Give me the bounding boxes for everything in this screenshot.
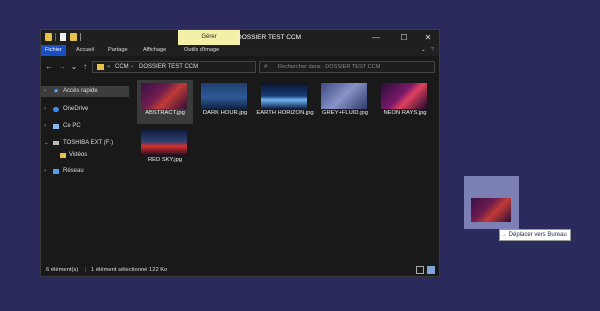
minimize-button[interactable]: —: [365, 30, 387, 45]
maximize-button[interactable]: ☐: [393, 30, 415, 45]
recent-locations-button[interactable]: ⌄: [69, 61, 79, 73]
nav-item-label: Ce PC: [63, 123, 81, 129]
star-icon: ★: [53, 88, 60, 95]
search-input[interactable]: ⌕ Rechercher dans : DOSSIER TEST CCM: [259, 61, 435, 73]
nav-item-label: Accès rapide: [63, 88, 98, 94]
file-name: NEON RAYS.jpg: [383, 110, 427, 116]
nav-item-onedrive[interactable]: › OneDrive: [41, 104, 129, 115]
folder-icon: [60, 153, 66, 158]
ribbon-tabs: Fichier Accueil Partage Affichage Outils…: [41, 45, 439, 56]
file-list: ABSTRACT.jpg DARK HOUR.jpg EARTH HORIZON…: [137, 80, 437, 260]
drag-tooltip-text: Déplacer vers Bureau: [508, 232, 567, 238]
quick-access-customize-icon[interactable]: [80, 33, 81, 41]
file-item[interactable]: GREY+FLUID.jpg: [317, 80, 373, 124]
image-thumbnail: [261, 83, 307, 109]
network-icon: [53, 169, 59, 174]
file-item[interactable]: NEON RAYS.jpg: [377, 80, 433, 124]
drag-tooltip: → Déplacer vers Bureau: [499, 229, 571, 241]
tab-image-tools[interactable]: Outils d'image: [184, 45, 219, 56]
computer-icon: [53, 124, 59, 129]
image-thumbnail: [321, 83, 367, 109]
breadcrumb-current-folder[interactable]: DOSSIER TEST CCM: [139, 62, 198, 72]
drive-icon: [53, 141, 59, 145]
nav-item-quick-access[interactable]: › ★ Accès rapide: [41, 86, 129, 97]
search-icon: ⌕: [264, 63, 268, 70]
cloud-icon: [53, 107, 59, 112]
file-item[interactable]: EARTH HORIZON.jpg: [256, 80, 314, 124]
quick-access-separator: [55, 33, 56, 41]
title-bar: Gérer DOSSIER TEST CCM — ☐ ✕: [41, 30, 439, 45]
move-arrow-icon: →: [501, 232, 507, 238]
image-thumbnail: [141, 83, 187, 109]
search-placeholder: Rechercher dans : DOSSIER TEST CCM: [278, 64, 381, 70]
file-item[interactable]: DARK HOUR.jpg: [197, 80, 253, 124]
file-name: GREY+FLUID.jpg: [322, 110, 368, 116]
help-icon[interactable]: ?: [431, 45, 434, 56]
file-name: EARTH HORIZON.jpg: [256, 110, 314, 116]
back-button[interactable]: ←: [44, 61, 54, 73]
up-button[interactable]: ↑: [80, 61, 90, 73]
image-thumbnail: [381, 83, 427, 109]
tab-manage[interactable]: Gérer: [178, 30, 240, 45]
file-name: RED SKY.jpg: [147, 157, 183, 163]
folder-icon: [45, 33, 52, 41]
navigation-pane: › ★ Accès rapide › OneDrive › Ce PC › TO…: [41, 80, 133, 260]
properties-icon[interactable]: [60, 33, 66, 41]
item-count: 6 élément(s): [46, 267, 79, 273]
nav-item-videos[interactable]: Vidéos: [41, 150, 129, 161]
forward-button[interactable]: →: [57, 61, 67, 73]
nav-item-label: Vidéos: [69, 152, 88, 158]
drag-preview: [464, 176, 519, 229]
tab-home[interactable]: Accueil: [76, 45, 94, 56]
selection-info: 1 élément sélectionné 122 Ko: [91, 267, 168, 273]
nav-item-network[interactable]: › Réseau: [41, 166, 129, 177]
address-bar[interactable]: « CCM › DOSSIER TEST CCM ⌄ ↻: [92, 61, 299, 73]
window-title: DOSSIER TEST CCM: [237, 34, 302, 41]
image-thumbnail: [201, 83, 247, 109]
details-view-icon[interactable]: [416, 266, 424, 274]
breadcrumb-separator: ›: [131, 64, 133, 70]
nav-item-toshiba-drive[interactable]: › TOSHIBA EXT (F:): [41, 138, 129, 149]
nav-item-label: Réseau: [63, 168, 84, 174]
tab-view[interactable]: Affichage: [143, 45, 166, 56]
chevron-right-icon[interactable]: ›: [44, 104, 46, 115]
image-thumbnail: [141, 130, 187, 156]
file-name: DARK HOUR.jpg: [202, 110, 248, 116]
large-icons-view-icon[interactable]: [427, 266, 435, 274]
chevron-right-icon[interactable]: ›: [44, 166, 46, 177]
chevron-right-icon[interactable]: ›: [44, 86, 46, 97]
chevron-right-icon[interactable]: ›: [44, 121, 46, 132]
file-item[interactable]: RED SKY.jpg: [137, 127, 193, 171]
file-explorer-window: Gérer DOSSIER TEST CCM — ☐ ✕ Fichier Acc…: [40, 29, 440, 277]
tab-share[interactable]: Partage: [108, 45, 128, 56]
tab-file[interactable]: Fichier: [41, 45, 66, 56]
close-button[interactable]: ✕: [417, 30, 439, 45]
address-row: ← → ⌄ ↑ « CCM › DOSSIER TEST CCM ⌄ ↻ ⌕ R…: [41, 58, 439, 76]
status-separator: |: [85, 267, 87, 273]
new-folder-icon[interactable]: [70, 33, 77, 41]
folder-icon: [97, 64, 104, 70]
breadcrumb-overflow[interactable]: «: [107, 62, 110, 72]
image-thumbnail: [471, 198, 511, 222]
file-name: ABSTRACT.jpg: [145, 110, 185, 116]
nav-item-this-pc[interactable]: › Ce PC: [41, 121, 129, 132]
nav-item-label: TOSHIBA EXT (F:): [63, 140, 114, 146]
chevron-down-icon[interactable]: ›: [40, 143, 51, 145]
nav-item-label: OneDrive: [63, 106, 89, 112]
status-bar: 6 élément(s) | 1 élément sélectionné 122…: [41, 264, 439, 276]
breadcrumb-ccm[interactable]: CCM: [115, 62, 129, 72]
file-item[interactable]: ABSTRACT.jpg: [137, 80, 193, 124]
ribbon-expand-icon[interactable]: ⌄: [421, 45, 426, 56]
